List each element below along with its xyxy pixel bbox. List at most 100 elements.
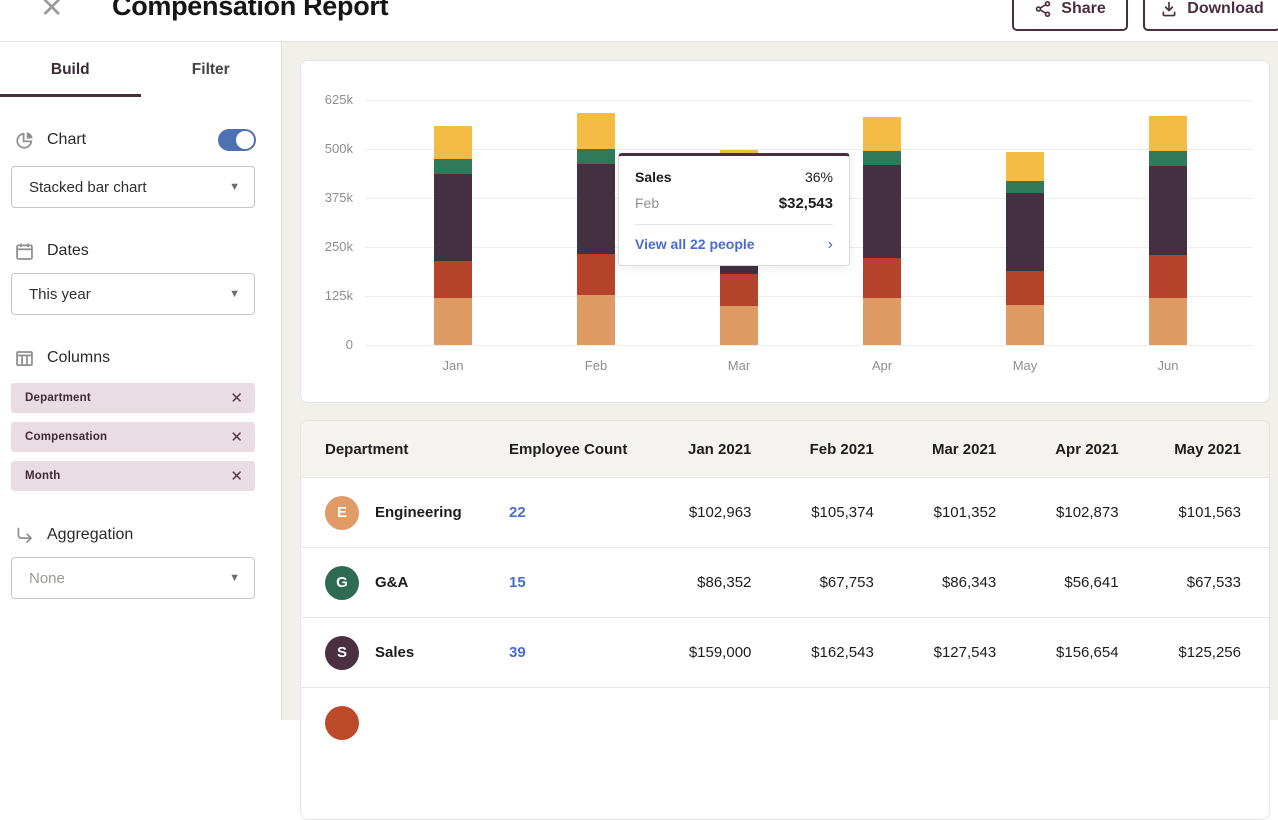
- department-avatar: S: [325, 636, 359, 670]
- table-header-cell: Jan 2021: [657, 441, 779, 458]
- employee-count-cell: 15: [507, 574, 657, 591]
- y-tick-label: 625k: [301, 92, 353, 107]
- bar-segment-segment-yellow[interactable]: [863, 117, 901, 151]
- bar-may[interactable]: [1006, 152, 1044, 345]
- bar-segment-segment-rust[interactable]: [1149, 255, 1187, 297]
- comp-value-cell: $156,654: [1024, 644, 1146, 661]
- bar-segment-segment-orange[interactable]: [720, 306, 758, 345]
- y-tick-label: 125k: [301, 288, 353, 303]
- chip-remove-icon[interactable]: ✕: [230, 428, 243, 446]
- employee-count-cell: 22: [507, 504, 657, 521]
- comp-value-cell: $102,963: [657, 504, 779, 521]
- columns-section-row: Columns: [0, 345, 281, 371]
- bar-segment-segment-yellow[interactable]: [1149, 116, 1187, 152]
- dates-section-row: Dates: [0, 238, 281, 264]
- table-header-cell: Feb 2021: [779, 441, 901, 458]
- share-button[interactable]: Share: [1012, 0, 1128, 31]
- table-header-row: DepartmentEmployee CountJan 2021Feb 2021…: [301, 421, 1269, 477]
- chevron-down-icon: ▼: [229, 572, 240, 584]
- chip-remove-icon[interactable]: ✕: [230, 389, 243, 407]
- chart-toggle[interactable]: [218, 129, 256, 151]
- employee-count-link[interactable]: 15: [509, 574, 526, 591]
- data-table-card: DepartmentEmployee CountJan 2021Feb 2021…: [300, 420, 1270, 820]
- comp-value-cell: $67,753: [779, 574, 901, 591]
- employee-count-link[interactable]: 39: [509, 644, 526, 661]
- bar-segment-segment-rust[interactable]: [1006, 271, 1044, 305]
- bar-segment-segment-yellow[interactable]: [577, 113, 615, 149]
- chart-card: 625k500k375k250k125k0 JanFebMarAprMayJun…: [300, 60, 1270, 403]
- bar-segment-segment-green[interactable]: [863, 151, 901, 166]
- comp-value-cell: $159,000: [657, 644, 779, 661]
- bar-segment-segment-green[interactable]: [434, 159, 472, 174]
- bar-segment-segment-yellow[interactable]: [1006, 152, 1044, 181]
- bar-segment-segment-rust[interactable]: [577, 254, 615, 296]
- bar-apr[interactable]: [863, 116, 901, 345]
- chip-remove-icon[interactable]: ✕: [230, 467, 243, 485]
- bar-jun[interactable]: [1149, 116, 1187, 345]
- bar-jan[interactable]: [434, 126, 472, 345]
- close-icon[interactable]: ✕: [40, 0, 63, 24]
- department: SSales: [325, 636, 507, 670]
- columns-section-label: Columns: [47, 349, 281, 367]
- bar-segment-segment-plum[interactable]: [863, 165, 901, 257]
- department-name: G&A: [375, 574, 408, 591]
- bar-segment-segment-orange[interactable]: [1149, 298, 1187, 345]
- dates-select[interactable]: This year ▼: [11, 273, 255, 315]
- comp-value-cell: $127,543: [902, 644, 1024, 661]
- page-title: Compensation Report: [112, 0, 388, 22]
- bar-segment-segment-green[interactable]: [1149, 151, 1187, 165]
- bar-segment-segment-orange[interactable]: [434, 298, 472, 345]
- bar-feb[interactable]: [577, 113, 615, 345]
- chart-tooltip: Sales 36% Feb $32,543 View all 22 people…: [618, 153, 850, 266]
- bar-segment-segment-plum[interactable]: [1149, 166, 1187, 256]
- department-cell: E Engineering: [301, 496, 507, 530]
- department-name: Engineering: [375, 504, 462, 521]
- department-avatar: E: [325, 496, 359, 530]
- table-row: GG&A15$86,352$67,753$86,343$56,641$67,53…: [301, 547, 1269, 617]
- bar-segment-segment-yellow[interactable]: [434, 126, 472, 159]
- download-button[interactable]: Download: [1143, 0, 1278, 31]
- bar-segment-segment-plum[interactable]: [1006, 193, 1044, 271]
- employee-count-link[interactable]: 22: [509, 504, 526, 521]
- aggregation-select[interactable]: None ▼: [11, 557, 255, 599]
- comp-value-cell: $67,533: [1147, 574, 1269, 591]
- tooltip-series-name: Sales: [635, 169, 672, 185]
- department: E Engineering: [325, 496, 507, 530]
- bar-segment-segment-plum[interactable]: [434, 174, 472, 261]
- header: ✕ Compensation Report Share Download: [0, 0, 1278, 42]
- calendar-icon: [14, 241, 35, 262]
- column-chip: Compensation✕: [11, 422, 255, 452]
- comp-value-cell: $102,873: [1024, 504, 1146, 521]
- bar-segment-segment-green[interactable]: [577, 149, 615, 164]
- dates-value: This year: [29, 286, 229, 303]
- chart-type-select[interactable]: Stacked bar chart ▼: [11, 166, 255, 208]
- x-tick-label: Feb: [566, 358, 626, 373]
- department-avatar: [325, 706, 359, 740]
- tooltip-view-all-link[interactable]: View all 22 people: [635, 236, 755, 252]
- chevron-down-icon: ▼: [229, 288, 240, 300]
- bar-segment-segment-orange[interactable]: [863, 298, 901, 345]
- department-cell: G G&A: [301, 566, 507, 600]
- pie-chart-icon: [14, 130, 35, 151]
- bar-segment-segment-orange[interactable]: [1006, 305, 1044, 345]
- dates-section-label: Dates: [47, 242, 281, 260]
- x-tick-label: Jan: [423, 358, 483, 373]
- column-chip-label: Compensation: [25, 431, 230, 443]
- chart-section-row: Chart: [0, 127, 281, 153]
- bar-segment-segment-green[interactable]: [1006, 181, 1044, 193]
- department: [325, 706, 507, 740]
- bar-segment-segment-rust[interactable]: [434, 261, 472, 299]
- download-button-label: Download: [1187, 0, 1263, 18]
- bar-segment-segment-rust[interactable]: [720, 274, 758, 306]
- sidebar-tabs: Build Filter: [0, 42, 281, 97]
- x-tick-label: May: [995, 358, 1055, 373]
- bar-segment-segment-rust[interactable]: [863, 258, 901, 298]
- department-avatar: G: [325, 566, 359, 600]
- tab-filter[interactable]: Filter: [141, 42, 282, 97]
- chart-section-label: Chart: [47, 131, 218, 149]
- chevron-right-icon[interactable]: ›: [828, 237, 833, 253]
- tab-build[interactable]: Build: [0, 42, 141, 97]
- chevron-down-icon: ▼: [229, 181, 240, 193]
- bar-segment-segment-orange[interactable]: [577, 295, 615, 345]
- bar-segment-segment-plum[interactable]: [577, 164, 615, 253]
